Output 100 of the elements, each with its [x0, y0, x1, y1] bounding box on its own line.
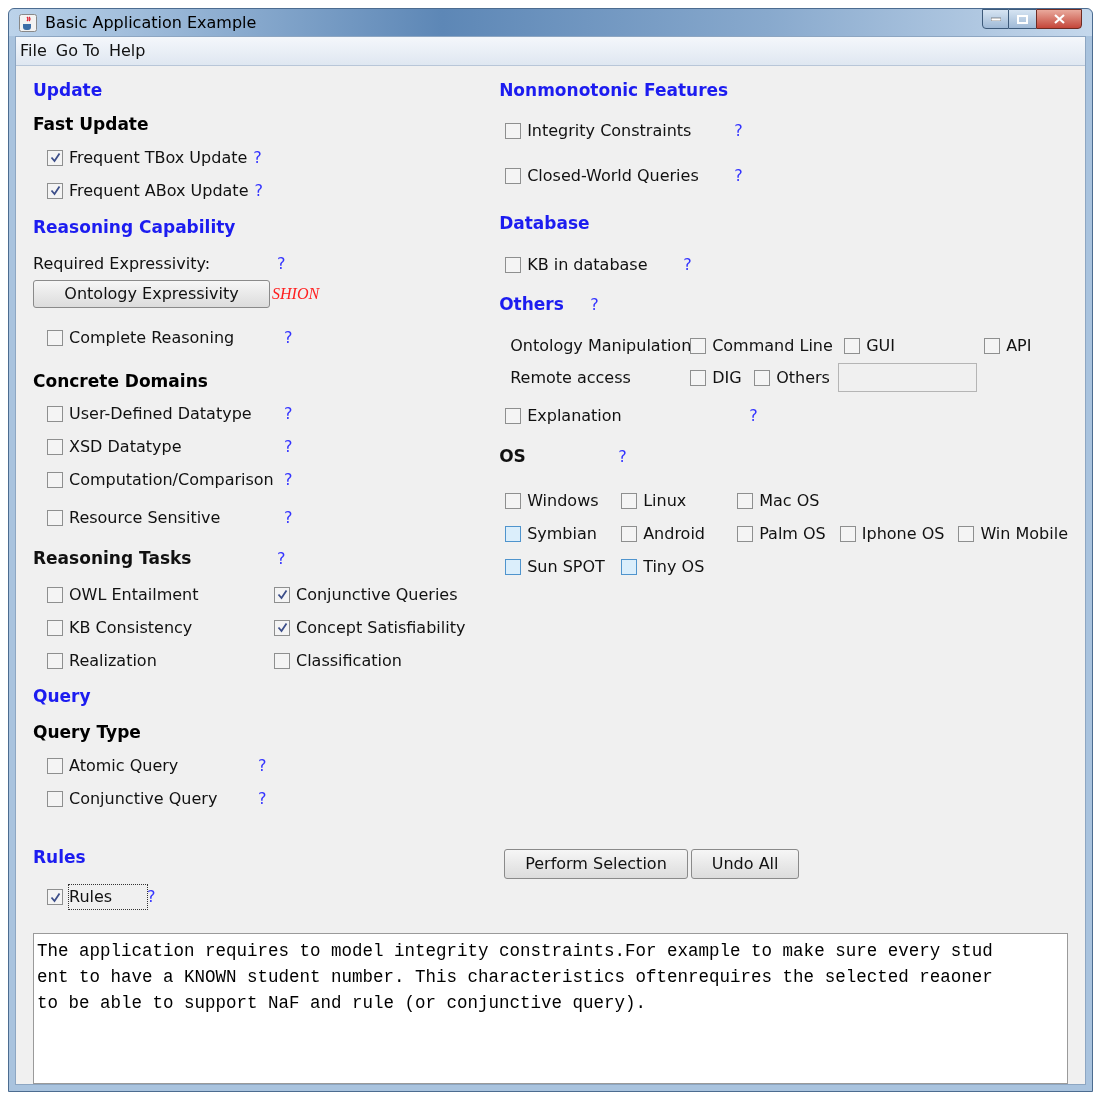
checkbox-label[interactable]: Android	[643, 521, 705, 546]
help-link[interactable]: ?	[618, 445, 627, 469]
checkbox-label[interactable]: Explanation	[527, 404, 750, 428]
checkbox-label[interactable]: Conjunctive Queries	[296, 582, 458, 607]
help-link[interactable]: ?	[284, 508, 293, 527]
others-input-field[interactable]	[838, 363, 978, 392]
checkbox-label[interactable]: KB Consistency	[69, 615, 193, 640]
checkbox-label[interactable]: Concept Satisfiability	[296, 615, 466, 640]
checkbox-label[interactable]: Resource Sensitive	[69, 506, 284, 530]
checkbox[interactable]	[958, 525, 975, 542]
checkbox[interactable]	[47, 510, 63, 526]
checkbox-label[interactable]: API	[1006, 333, 1032, 358]
ontology-expressivity-button[interactable]: Ontology Expressivity	[33, 280, 270, 308]
checkbox-label[interactable]: Mac OS	[759, 488, 820, 513]
checkbox-label[interactable]: Iphone OS	[861, 521, 945, 546]
checkbox-label[interactable]: Tiny OS	[643, 554, 705, 579]
checkbox[interactable]	[47, 619, 63, 636]
checkbox-label[interactable]: Frequent TBox Update	[69, 145, 248, 170]
checkbox[interactable]	[274, 586, 290, 603]
checkbox[interactable]	[47, 182, 63, 199]
checkbox[interactable]	[47, 149, 63, 166]
help-link[interactable]: ?	[590, 293, 599, 317]
help-link[interactable]: ?	[734, 121, 743, 140]
checkbox[interactable]	[47, 438, 63, 455]
help-link[interactable]: ?	[284, 469, 293, 489]
checkbox[interactable]	[505, 525, 522, 542]
checkbox[interactable]	[47, 405, 63, 422]
checkbox[interactable]	[47, 652, 63, 669]
help-link[interactable]: ?	[277, 547, 286, 571]
close-button[interactable]	[1036, 9, 1082, 29]
checkbox-label[interactable]: Complete Reasoning	[69, 326, 284, 350]
action-button[interactable]: Undo All	[690, 849, 800, 879]
checkbox-label[interactable]: User-Defined Datatype	[69, 401, 284, 426]
checkbox-label[interactable]: Linux	[643, 488, 687, 513]
checkbox[interactable]	[505, 257, 522, 273]
checkbox-label[interactable]: Command Line	[712, 333, 833, 358]
help-link[interactable]: ?	[734, 166, 743, 185]
checkbox[interactable]	[984, 337, 1001, 354]
help-link[interactable]: ?	[284, 328, 293, 347]
checkbox[interactable]	[844, 337, 861, 354]
checkbox-label[interactable]: Realization	[69, 648, 157, 673]
action-button[interactable]: Perform Selection	[504, 849, 688, 879]
checkbox[interactable]	[47, 889, 63, 905]
checkbox-label[interactable]: Closed-World Queries	[527, 164, 735, 188]
checkbox[interactable]	[737, 492, 754, 509]
checkbox[interactable]	[737, 525, 754, 542]
help-link[interactable]: ?	[284, 403, 293, 423]
checkbox[interactable]	[47, 471, 63, 488]
checkbox[interactable]	[47, 330, 63, 346]
checkbox-label[interactable]: Atomic Query	[69, 753, 258, 778]
checkbox[interactable]	[621, 492, 638, 509]
help-link[interactable]: ?	[254, 180, 263, 200]
checkbox-label[interactable]: Frequent ABox Update	[69, 178, 249, 203]
help-link[interactable]: ?	[277, 252, 286, 276]
help-link[interactable]: ?	[749, 406, 758, 425]
checkbox-label[interactable]: Win Mobile	[980, 521, 1068, 546]
checkbox-label[interactable]: Sun SPOT	[527, 554, 605, 579]
checkbox[interactable]	[47, 586, 63, 603]
checkbox[interactable]	[47, 790, 63, 807]
menu-item[interactable]: Help	[108, 39, 146, 63]
checkbox[interactable]	[505, 558, 522, 575]
help-link[interactable]: ?	[258, 788, 267, 808]
help-link[interactable]: ?	[284, 436, 293, 456]
help-link[interactable]: ?	[258, 755, 267, 775]
checkbox[interactable]	[754, 369, 771, 386]
checkbox[interactable]	[505, 492, 522, 509]
checkbox-label[interactable]: DIG	[712, 365, 742, 390]
checkbox-label[interactable]: Palm OS	[759, 521, 826, 546]
checkbox-label[interactable]: Computation/Comparison	[69, 467, 284, 492]
checkbox-label[interactable]: Conjunctive Query	[69, 786, 258, 811]
maximize-button[interactable]	[1009, 9, 1036, 29]
checkbox-label[interactable]: Windows	[527, 488, 599, 513]
checkbox[interactable]	[274, 652, 290, 669]
checkbox[interactable]	[690, 337, 707, 354]
checkbox-label[interactable]: Symbian	[527, 521, 597, 546]
help-link[interactable]: ?	[147, 887, 156, 906]
checkbox[interactable]	[274, 619, 290, 636]
help-link[interactable]: ?	[253, 147, 262, 167]
check-icon	[276, 589, 288, 600]
minimize-button[interactable]	[982, 9, 1009, 29]
checkbox[interactable]	[621, 525, 638, 542]
checkbox-label[interactable]: GUI	[866, 333, 895, 358]
help-link[interactable]: ?	[683, 255, 692, 274]
checkbox-label[interactable]: XSD Datatype	[69, 434, 284, 459]
checkbox-label[interactable]: OWL Entailment	[69, 582, 199, 607]
checkbox[interactable]	[505, 168, 522, 184]
checkbox-label[interactable]: Classification	[296, 648, 402, 673]
checkbox-label[interactable]: Integrity Constraints	[527, 119, 735, 143]
check-icon	[276, 622, 288, 633]
checkbox[interactable]	[690, 369, 707, 386]
checkbox[interactable]	[839, 525, 856, 542]
menu-item[interactable]: File	[20, 39, 47, 63]
checkbox[interactable]	[621, 558, 638, 575]
checkbox[interactable]	[47, 757, 63, 774]
checkbox-label[interactable]: Others	[776, 365, 830, 390]
checkbox-label[interactable]: KB in database	[527, 253, 684, 277]
menu-item[interactable]: Go To	[55, 39, 100, 63]
checkbox[interactable]	[505, 123, 522, 139]
checkbox[interactable]	[505, 408, 522, 424]
checkbox-label[interactable]: Rules	[69, 885, 147, 909]
